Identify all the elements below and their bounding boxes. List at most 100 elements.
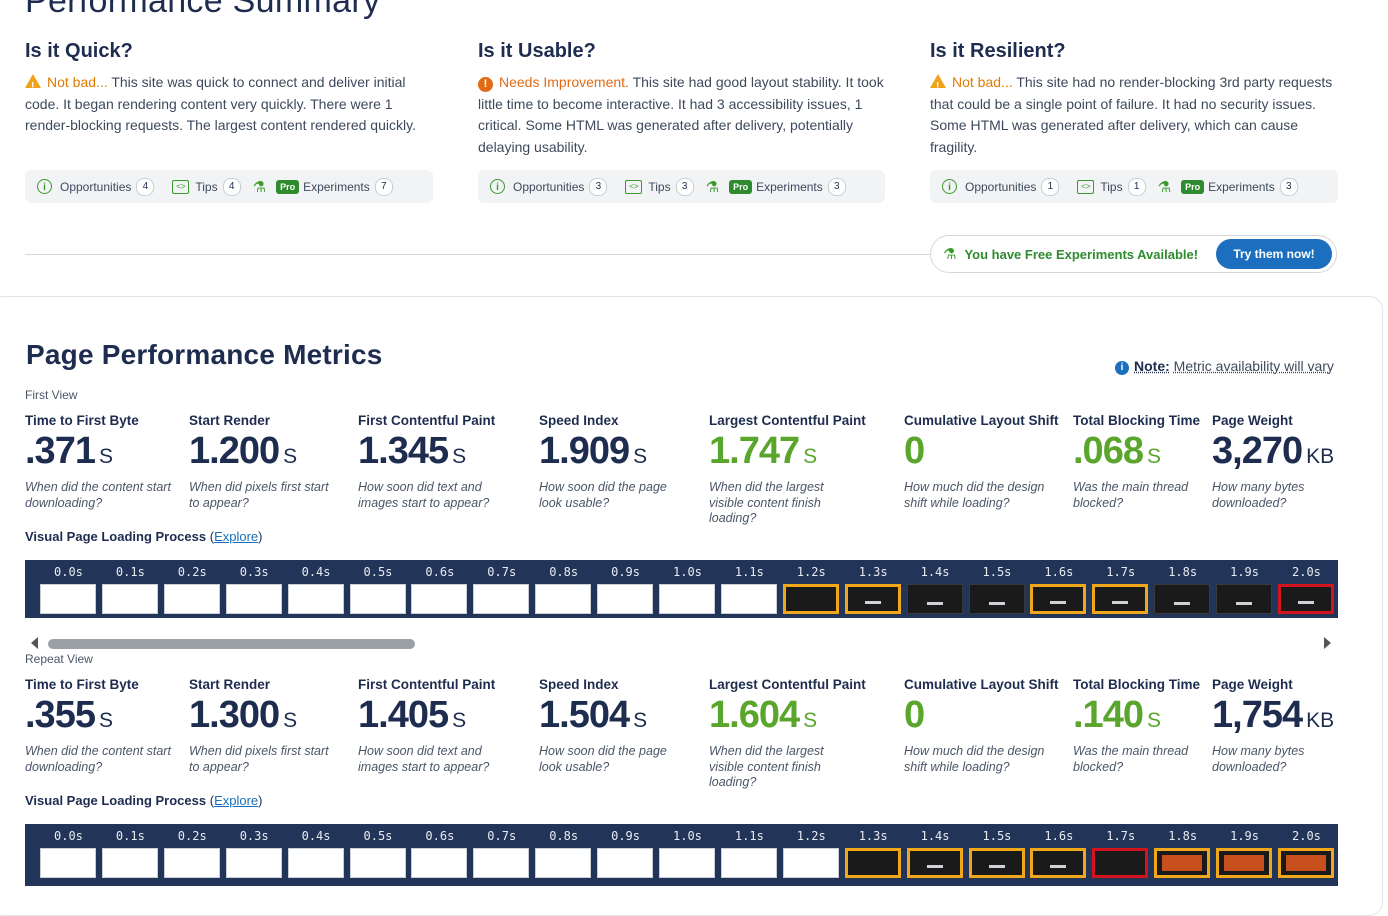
experiments-link[interactable]: ⚗ Pro Experiments 7 bbox=[253, 177, 393, 196]
frame-time: 1.7s bbox=[1106, 829, 1136, 843]
filmstrip-frame[interactable] bbox=[659, 848, 715, 878]
filmstrip-frame[interactable] bbox=[163, 848, 220, 878]
metric-number: .140 bbox=[1073, 694, 1144, 736]
filmstrip-frame[interactable] bbox=[968, 584, 1025, 614]
filmstrip-frame[interactable] bbox=[1092, 848, 1149, 878]
filmstrip: 0.0s 0.1s 0.2s 0.3s 0.4s 0.5s 0.6s 0.7s 0.8s 0.9s… bbox=[25, 560, 1338, 618]
metric-value: 1.604 S bbox=[709, 694, 817, 737]
filmstrip-frame[interactable] bbox=[473, 848, 530, 878]
filmstrip-frame[interactable] bbox=[101, 848, 158, 878]
filmstrip-frame[interactable] bbox=[597, 848, 654, 878]
code-icon: <> bbox=[172, 179, 190, 194]
frame-time: 0.3s bbox=[239, 829, 269, 843]
paren: ( bbox=[206, 529, 215, 544]
filmstrip-frame[interactable] bbox=[349, 584, 406, 614]
frame-time: 1.1s bbox=[734, 829, 764, 843]
filmstrip-frame[interactable] bbox=[782, 848, 839, 878]
filmstrip-frame[interactable] bbox=[473, 584, 530, 614]
filmstrip-frame[interactable] bbox=[782, 584, 839, 614]
filmstrip-frame[interactable] bbox=[906, 848, 963, 878]
filmstrip-frame[interactable] bbox=[411, 848, 468, 878]
visual-loading-heading: Visual Page Loading Process (Explore) bbox=[25, 529, 262, 544]
metric-label: Start Render bbox=[189, 677, 271, 692]
explore-link[interactable]: Explore bbox=[214, 793, 258, 808]
filmstrip-frame[interactable] bbox=[101, 584, 158, 614]
filmstrip-frame[interactable] bbox=[1154, 848, 1211, 878]
metric-label: Cumulative Layout Shift bbox=[904, 413, 1059, 428]
frame-content bbox=[988, 865, 1005, 869]
frame-content bbox=[1298, 601, 1314, 605]
frame-time: 0.1s bbox=[115, 565, 145, 579]
filmstrip-frame[interactable] bbox=[163, 584, 220, 614]
filmstrip-frame[interactable] bbox=[349, 848, 406, 878]
filmstrip-frame[interactable] bbox=[906, 584, 963, 614]
metric-label: Time to First Byte bbox=[25, 413, 139, 428]
filmstrip-frame[interactable] bbox=[225, 848, 282, 878]
metric-note[interactable]: i Note: Metric availability will vary bbox=[1115, 358, 1334, 375]
filmstrip-frame[interactable] bbox=[659, 584, 715, 614]
tips-link[interactable]: <> Tips 3 bbox=[625, 177, 694, 196]
frame-time: 1.4s bbox=[920, 829, 950, 843]
filmstrip-frame[interactable] bbox=[968, 848, 1025, 878]
filmstrip-frame[interactable] bbox=[720, 848, 777, 878]
frame-time: 0.4s bbox=[301, 829, 331, 843]
metric-unit: S bbox=[98, 445, 113, 468]
filmstrip-frame[interactable] bbox=[1216, 584, 1273, 614]
metric-value: .355 S bbox=[25, 694, 113, 737]
filmstrip-frame[interactable] bbox=[535, 848, 592, 878]
experiments-link[interactable]: ⚗ Pro Experiments 3 bbox=[706, 177, 846, 196]
filmstrip-frame[interactable] bbox=[1216, 848, 1273, 878]
metric-label: Cumulative Layout Shift bbox=[904, 677, 1059, 692]
opportunities-link[interactable]: i Opportunities 3 bbox=[490, 177, 608, 196]
info-icon: i bbox=[37, 179, 52, 194]
tips-link[interactable]: <> Tips 1 bbox=[1077, 177, 1146, 196]
paren: ) bbox=[258, 529, 263, 544]
free-experiments-banner: ⚗ You have Free Experiments Available! T… bbox=[930, 235, 1337, 273]
filmstrip-frame[interactable] bbox=[287, 584, 344, 614]
scroll-left-icon[interactable] bbox=[31, 637, 38, 649]
flask-icon: ⚗ bbox=[943, 246, 957, 263]
metric-unit: S bbox=[452, 709, 467, 732]
filmstrip-frame[interactable] bbox=[1278, 584, 1334, 614]
frame-content bbox=[1162, 855, 1203, 871]
filmstrip-frame[interactable] bbox=[1278, 848, 1334, 878]
view-label: First View bbox=[25, 388, 78, 402]
filmstrip-frame[interactable] bbox=[720, 584, 777, 614]
opportunities-link[interactable]: i Opportunities 4 bbox=[37, 177, 155, 196]
metric-unit: S bbox=[633, 709, 648, 732]
error-icon: ! bbox=[478, 77, 493, 92]
flask-icon: ⚗ bbox=[252, 178, 267, 196]
metric-description: When did pixels first start to appear? bbox=[189, 480, 329, 510]
filmstrip-frame[interactable] bbox=[844, 584, 901, 614]
filmstrip-frame[interactable] bbox=[1092, 584, 1149, 614]
frame-time: 0.2s bbox=[177, 565, 207, 579]
metric-number: 0 bbox=[904, 694, 925, 736]
explore-link[interactable]: Explore bbox=[214, 529, 258, 544]
filmstrip-frame[interactable] bbox=[225, 584, 282, 614]
metric-number: .355 bbox=[25, 694, 96, 736]
count-badge: 1 bbox=[1127, 177, 1146, 196]
filmstrip-frame[interactable] bbox=[1030, 584, 1087, 614]
metric-description: How much did the design shift while load… bbox=[904, 744, 1045, 774]
filmstrip-frame[interactable] bbox=[1154, 584, 1211, 614]
page-title: Performance Summary bbox=[25, 0, 381, 20]
scroll-right-icon[interactable] bbox=[1324, 637, 1331, 649]
filmstrip-frame[interactable] bbox=[597, 584, 654, 614]
filmstrip-frame[interactable] bbox=[535, 584, 592, 614]
filmstrip-frame[interactable] bbox=[844, 848, 901, 878]
filmstrip-frame[interactable] bbox=[287, 848, 344, 878]
try-them-now-button[interactable]: Try them now! bbox=[1216, 239, 1332, 269]
experiments-link[interactable]: ⚗ Pro Experiments 3 bbox=[1158, 177, 1298, 196]
filmstrip-frame[interactable] bbox=[40, 848, 96, 878]
metric-label: Page Weight bbox=[1212, 677, 1293, 692]
filmstrip-frame[interactable] bbox=[1030, 848, 1087, 878]
metric-description: How many bytes downloaded? bbox=[1212, 744, 1305, 774]
paren: ( bbox=[206, 793, 215, 808]
frame-time: 0.2s bbox=[177, 829, 207, 843]
opportunities-link[interactable]: i Opportunities 1 bbox=[942, 177, 1060, 196]
filmstrip-frame[interactable] bbox=[411, 584, 468, 614]
filmstrip-frame[interactable] bbox=[40, 584, 96, 614]
frame-content bbox=[926, 601, 943, 605]
tips-link[interactable]: <> Tips 4 bbox=[172, 177, 241, 196]
scrollbar-thumb[interactable] bbox=[48, 639, 415, 649]
